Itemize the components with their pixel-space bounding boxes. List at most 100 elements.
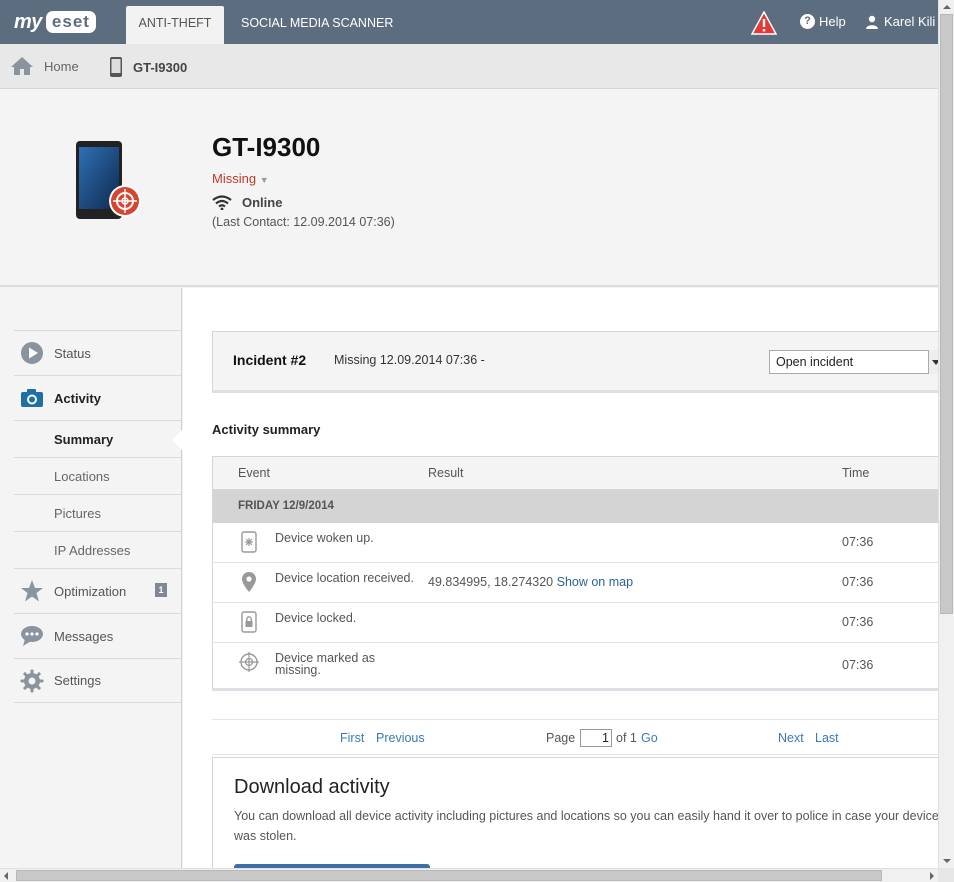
pager-page-input[interactable] xyxy=(580,729,612,747)
pagination: First Previous Page of 1 Go Next Last xyxy=(212,719,938,755)
device-status-dropdown[interactable]: Missing ▼ xyxy=(212,171,269,186)
show-on-map-link[interactable]: Show on map xyxy=(557,575,633,589)
crosshair-icon xyxy=(239,652,259,672)
sidebar-subitem-ip-addresses[interactable]: IP Addresses xyxy=(14,531,181,568)
chat-bubble-icon xyxy=(21,626,43,646)
activity-summary-title: Activity summary xyxy=(212,422,321,437)
pager-go-link[interactable]: Go xyxy=(641,731,658,745)
sidebar-item-label: Settings xyxy=(54,673,101,688)
caret-down-icon: ▼ xyxy=(259,175,269,185)
event-result: 49.834995, 18.274320 Show on map xyxy=(428,575,633,589)
download-title: Download activity xyxy=(234,776,390,798)
pager-page-label: Page xyxy=(546,731,576,745)
pager-last-link[interactable]: Last xyxy=(815,731,839,745)
pager-next-link[interactable]: Next xyxy=(778,731,804,745)
location-pin-icon xyxy=(242,572,256,592)
event-time: 07:36 xyxy=(842,615,874,629)
incident-description: Missing 12.09.2014 07:36 - xyxy=(334,353,485,367)
download-text: You can download all device activity inc… xyxy=(234,809,939,843)
breadcrumb-device[interactable]: GT-I9300 xyxy=(109,56,187,78)
breadcrumb-device-label: GT-I9300 xyxy=(133,59,188,75)
pager-previous-link[interactable]: Previous xyxy=(376,731,425,745)
device-status-label: Missing xyxy=(212,171,257,186)
gear-icon xyxy=(20,669,44,692)
device-header: GT-I9300 Missing ▼ Online (Last Contact:… xyxy=(0,89,938,287)
sidebar-item-activity[interactable]: Activity xyxy=(14,375,181,420)
optimization-badge: 1 xyxy=(155,583,167,597)
day-label: FRIDAY 12/9/2014 xyxy=(238,500,334,512)
pager-of-label: of 1 xyxy=(616,731,637,745)
sidebar-nav: Status Activity Summary Locations Pictur… xyxy=(14,330,183,703)
incident-select[interactable]: Open incident xyxy=(769,350,940,374)
scroll-up-icon[interactable] xyxy=(939,0,954,14)
user-name: Karel Kili xyxy=(884,14,936,29)
event-text: Device location received. xyxy=(275,571,414,585)
device-lock-icon xyxy=(241,611,257,633)
event-time: 07:36 xyxy=(842,535,874,549)
location-coordinates: 49.834995, 18.274320 xyxy=(428,575,554,589)
sidebar-item-optimization[interactable]: Optimization 1 xyxy=(14,568,181,613)
table-row: Device location received. 49.834995, 18.… xyxy=(213,563,938,603)
table-row: Device marked as missing. 07:36 xyxy=(213,643,938,688)
sidebar-item-label: Messages xyxy=(54,628,114,644)
table-row: Device woken up. 07:36 xyxy=(213,523,938,563)
column-header-result: Result xyxy=(428,466,464,480)
breadcrumb-home-label: Home xyxy=(44,58,79,74)
vertical-scrollbar[interactable] xyxy=(938,0,954,868)
sidebar-item-settings[interactable]: Settings xyxy=(14,658,181,703)
sidebar: Status Activity Summary Locations Pictur… xyxy=(0,288,183,868)
event-time: 07:36 xyxy=(842,658,874,672)
last-contact: (Last Contact: 12.09.2014 07:36) xyxy=(212,215,395,229)
table-row: Device locked. 07:36 xyxy=(213,603,938,643)
tab-anti-theft[interactable]: ANTI-THEFT xyxy=(126,6,224,44)
breadcrumb: Home GT-I9300 xyxy=(0,44,938,89)
star-icon xyxy=(21,580,43,602)
sidebar-subitem-label: Locations xyxy=(54,468,110,484)
scrollbar-corner xyxy=(938,868,954,882)
event-time: 07:36 xyxy=(842,575,874,589)
day-group-row: FRIDAY 12/9/2014 xyxy=(213,490,938,523)
eset-logo[interactable]: my eset xyxy=(14,10,96,34)
pager-first-link[interactable]: First xyxy=(340,731,364,745)
activity-table: Event Result Time FRIDAY 12/9/2014 Devic… xyxy=(212,456,938,691)
user-menu[interactable]: Karel Kili xyxy=(865,14,938,29)
sidebar-subitem-label: Summary xyxy=(54,431,114,447)
breadcrumb-home[interactable]: Home xyxy=(10,56,79,76)
horizontal-scrollbar[interactable] xyxy=(0,868,938,882)
connection-label: Online xyxy=(242,195,283,210)
table-header: Event Result Time xyxy=(213,457,938,490)
horizontal-scroll-thumb[interactable] xyxy=(16,870,882,881)
device-wake-icon xyxy=(241,531,257,553)
phone-icon xyxy=(110,57,122,77)
sidebar-subitem-locations[interactable]: Locations xyxy=(14,457,181,494)
incident-select-value: Open incident xyxy=(776,355,854,369)
logo-my: my xyxy=(14,10,42,33)
incident-panel: Incident #2 Missing 12.09.2014 07:36 - O… xyxy=(212,331,940,393)
vertical-scroll-thumb[interactable] xyxy=(940,14,953,614)
wifi-icon xyxy=(212,195,232,210)
sidebar-item-status[interactable]: Status xyxy=(14,330,181,375)
sidebar-subitem-label: Pictures xyxy=(54,505,101,521)
scroll-left-icon[interactable] xyxy=(0,869,14,882)
tab-social-media-scanner[interactable]: SOCIAL MEDIA SCANNER xyxy=(241,6,393,44)
sidebar-subitem-summary[interactable]: Summary xyxy=(14,420,183,457)
sidebar-item-messages[interactable]: Messages xyxy=(14,613,181,658)
help-label: Help xyxy=(819,14,846,29)
home-icon xyxy=(11,57,33,75)
user-icon xyxy=(866,15,878,29)
device-phone-image xyxy=(76,141,141,219)
sidebar-item-label: Activity xyxy=(54,390,101,406)
help-link[interactable]: ? Help xyxy=(800,14,846,29)
warning-triangle-icon[interactable] xyxy=(751,11,777,35)
scroll-down-icon[interactable] xyxy=(939,854,954,868)
device-name: GT-I9300 xyxy=(212,132,321,162)
column-header-time: Time xyxy=(842,466,870,480)
play-circle-icon xyxy=(21,342,43,364)
scroll-right-icon[interactable] xyxy=(924,869,938,882)
download-activity-panel: Download activity You can download all d… xyxy=(212,757,939,872)
event-text: Device locked. xyxy=(275,611,357,625)
camera-icon xyxy=(21,389,43,407)
sidebar-subitem-pictures[interactable]: Pictures xyxy=(14,494,181,531)
event-text: Device marked as missing. xyxy=(275,651,376,677)
event-text: Device woken up. xyxy=(275,531,374,545)
